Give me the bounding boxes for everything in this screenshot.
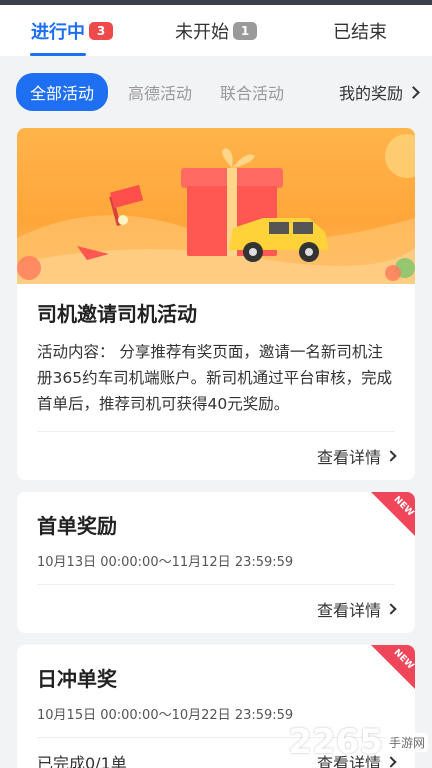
activity-card-first-order[interactable]: NEW 首单奖励 10月13日 00:00:00～11月12日 23:59:59…: [17, 492, 415, 633]
site-watermark: 2265 手游网: [288, 722, 428, 762]
activity-card-invite[interactable]: 司机邀请司机活动 活动内容： 分享推荐有奖页面，邀请一名新司机注册365约车司机…: [17, 128, 415, 480]
new-corner-ribbon: NEW: [371, 492, 415, 536]
promo-banner-image: [17, 128, 415, 284]
view-details-link[interactable]: 查看详情: [37, 432, 397, 480]
watermark-text: 手游网: [385, 732, 428, 752]
my-rewards-label: 我的奖励: [338, 84, 403, 103]
chevron-right-icon: [385, 450, 397, 462]
tab-label: 进行中: [31, 21, 85, 43]
filter-amap[interactable]: 高德活动: [128, 80, 192, 104]
activity-filter-bar: 全部活动 高德活动 联合活动 我的奖励: [0, 56, 432, 128]
filter-joint[interactable]: 联合活动: [220, 80, 284, 104]
tab-label: 已结束: [333, 21, 387, 43]
filter-all[interactable]: 全部活动: [16, 73, 109, 111]
view-details-label: 查看详情: [316, 448, 381, 467]
tab-label: 未开始: [175, 21, 229, 43]
watermark-number: 2265: [288, 722, 383, 762]
card-title: 首单奖励: [37, 514, 117, 538]
status-tabs: 进行中 3 未开始 1 已结束: [0, 5, 432, 56]
my-rewards-link[interactable]: 我的奖励: [338, 80, 420, 104]
card-title: 司机邀请司机活动: [37, 302, 197, 326]
count-badge: 3: [89, 21, 113, 40]
tab-not-started[interactable]: 未开始 1: [144, 5, 288, 56]
gift-car-illustration: [17, 134, 415, 284]
count-badge: 1: [233, 21, 257, 40]
card-date-range: 10月13日 00:00:00～11月12日 23:59:59: [37, 551, 395, 585]
chevron-right-icon: [407, 85, 420, 99]
chevron-right-icon: [385, 603, 397, 615]
view-details-link[interactable]: 查看详情: [37, 585, 397, 633]
card-title: 日冲单奖: [37, 667, 117, 691]
view-details-label: 查看详情: [316, 601, 381, 620]
tab-ended[interactable]: 已结束: [288, 5, 432, 56]
new-corner-ribbon: NEW: [371, 645, 415, 689]
card-description: 活动内容： 分享推荐有奖页面，邀请一名新司机注册365约车司机端账户。新司机通过…: [37, 339, 395, 432]
progress-label: 已完成0/1单: [37, 754, 127, 768]
tab-in-progress[interactable]: 进行中 3: [0, 5, 144, 56]
